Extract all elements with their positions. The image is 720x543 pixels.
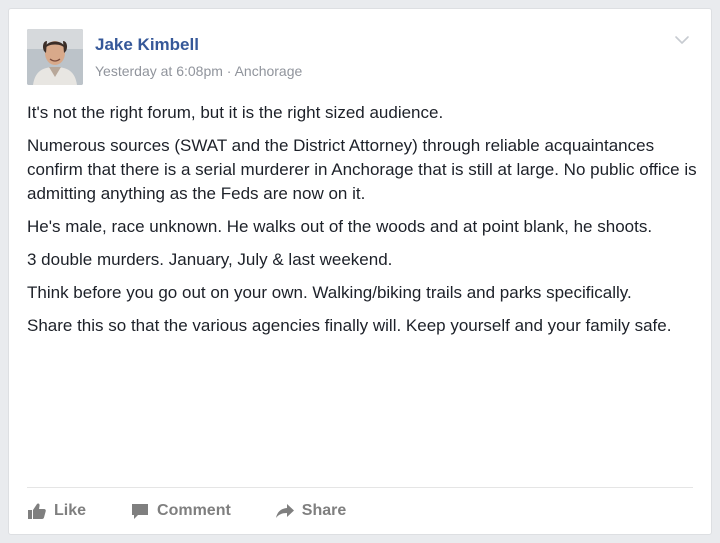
post-paragraph: Think before you go out on your own. Wal… (27, 283, 632, 302)
post-meta: Yesterday at 6:08pm · Anchorage (95, 63, 302, 79)
action-bar: Like Comment Share (27, 496, 390, 526)
comment-button[interactable]: Comment (130, 502, 231, 520)
post-paragraph: He's male, race unknown. He walks out of… (27, 217, 653, 236)
share-label: Share (301, 502, 347, 519)
post-paragraph: Share this so that the various agencies … (27, 316, 672, 335)
avatar[interactable] (27, 29, 83, 85)
author-name[interactable]: Jake Kimbell (95, 35, 199, 55)
comment-icon (132, 504, 149, 519)
avatar-image (27, 29, 83, 85)
chevron-down-icon[interactable] (673, 31, 691, 49)
post-paragraph: Numerous sources (SWAT and the District … (27, 136, 697, 203)
post-paragraph: It's not the right forum, but it is the … (27, 103, 444, 122)
like-label: Like (54, 502, 87, 519)
post-timestamp[interactable]: Yesterday at 6:08pm (95, 63, 223, 79)
post-paragraph: 3 double murders. January, July & last w… (27, 250, 393, 269)
thumbs-up-icon (28, 503, 46, 519)
share-arrow-icon (275, 504, 294, 518)
post-location[interactable]: Anchorage (235, 63, 303, 79)
like-button[interactable]: Like (27, 502, 86, 520)
action-divider (27, 487, 693, 488)
post-header: Jake Kimbell Yesterday at 6:08pm · Ancho… (27, 29, 697, 91)
post-card: Jake Kimbell Yesterday at 6:08pm · Ancho… (8, 8, 712, 535)
comment-label: Comment (157, 502, 231, 519)
post-body: It's not the right forum, but it is the … (27, 101, 699, 347)
share-button[interactable]: Share (275, 502, 346, 520)
meta-separator: · (222, 63, 235, 79)
